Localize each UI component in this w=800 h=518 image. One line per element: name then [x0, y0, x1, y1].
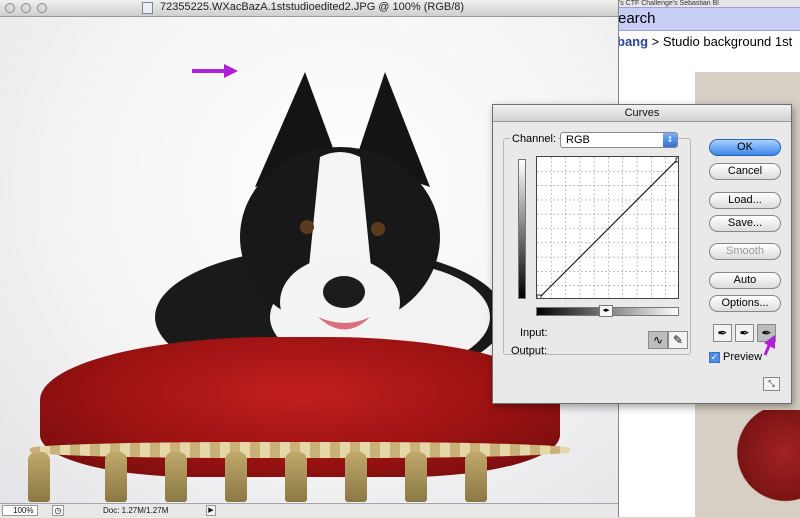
cushion-tassel: [165, 452, 187, 502]
preview-checkbox[interactable]: ✓: [709, 352, 720, 363]
cushion-tassel: [345, 452, 367, 502]
browser-search-label: earch: [618, 10, 656, 27]
channel-select[interactable]: RGB ⇕: [560, 132, 678, 148]
output-label: Output:: [511, 345, 548, 357]
breadcrumb-current: > Studio background 1st: [648, 34, 793, 49]
auto-button[interactable]: Auto: [709, 272, 781, 289]
output-gradient-ramp: [518, 159, 526, 299]
ramp-direction-toggle-icon[interactable]: ◂▸: [599, 305, 613, 317]
annotation-arrow-head: [224, 64, 238, 78]
browser-breadcrumb: bang > Studio background 1st: [617, 34, 792, 49]
smooth-button[interactable]: Smooth: [709, 243, 781, 260]
window-titlebar[interactable]: 72355225.WXacBazA.1ststudioedited2.JPG @…: [0, 0, 618, 17]
cushion-tassel: [465, 452, 487, 502]
preview-label: Preview: [723, 351, 763, 363]
curves-dialog: Curves Channel: RGB ⇕ ◂▸ Input: Output: …: [492, 104, 792, 404]
load-button[interactable]: Load...: [709, 192, 781, 209]
minimize-window-button[interactable]: [21, 3, 31, 13]
zoom-window-button[interactable]: [37, 3, 47, 13]
channel-select-value: RGB: [566, 134, 590, 146]
pencil-tool-icon[interactable]: ✎: [668, 331, 688, 349]
dog-nose: [323, 276, 365, 308]
status-bar: 100% ◷ Doc: 1.27M/1.27M ▶: [0, 503, 618, 518]
window-title: 72355225.WXacBazA.1ststudioedited2.JPG @…: [160, 1, 465, 13]
curve-white-point[interactable]: [675, 157, 679, 163]
annotation-arrow: [192, 64, 238, 78]
cushion-tassel: [285, 452, 307, 502]
cushion-tassel: [105, 452, 127, 502]
browser-tab-strip: e's CTF Challenge's Sebastian Bl: [615, 0, 800, 7]
save-button[interactable]: Save...: [709, 215, 781, 232]
cushion-tassel: [405, 452, 427, 502]
cushion-tassel: [28, 452, 50, 502]
status-info-button[interactable]: ◷: [52, 505, 64, 516]
curves-dialog-title[interactable]: Curves: [493, 105, 791, 122]
curve-graph[interactable]: [536, 156, 679, 299]
ok-button[interactable]: OK: [709, 139, 781, 156]
white-eyedropper-icon[interactable]: ✒: [757, 324, 776, 342]
curve-black-point[interactable]: [537, 294, 542, 299]
input-label: Input:: [520, 327, 548, 339]
browser-search-bar[interactable]: earch: [615, 7, 800, 31]
options-button[interactable]: Options...: [709, 295, 781, 312]
close-window-button[interactable]: [5, 3, 15, 13]
gray-eyedropper-icon[interactable]: ✒: [735, 324, 754, 342]
browser-thumbnail-image: [727, 410, 800, 517]
cancel-button[interactable]: Cancel: [709, 163, 781, 180]
select-arrows-icon: ⇕: [663, 133, 677, 147]
dog-right-eye: [371, 222, 385, 236]
black-eyedropper-icon[interactable]: ✒: [713, 324, 732, 342]
breadcrumb-link[interactable]: bang: [617, 34, 648, 49]
zoom-level-field[interactable]: 100%: [2, 505, 38, 516]
annotation-arrow-shaft: [763, 340, 773, 356]
curve-tool-icon[interactable]: ∿: [648, 331, 668, 349]
expand-dialog-icon[interactable]: ⤡: [763, 377, 780, 391]
curve-grid: [537, 157, 678, 298]
document-icon: [142, 2, 153, 14]
document-size-readout: Doc: 1.27M/1.27M: [103, 506, 169, 515]
dog-left-eye: [300, 220, 314, 234]
status-menu-arrow-icon[interactable]: ▶: [206, 505, 216, 516]
cushion-tassel: [225, 452, 247, 502]
channel-label: Channel:: [510, 133, 559, 145]
